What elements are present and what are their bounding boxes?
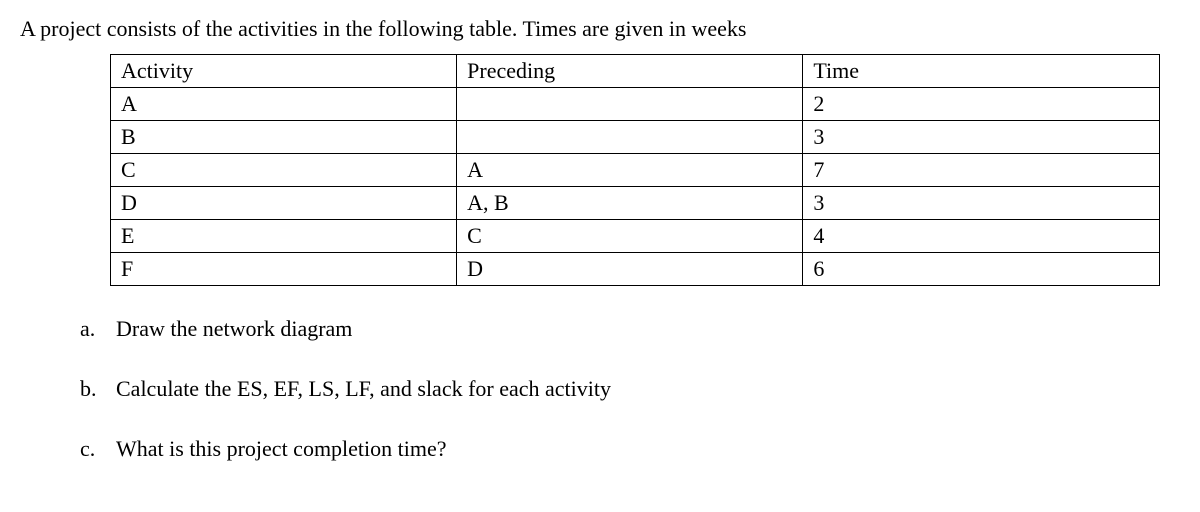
cell-activity: D <box>111 187 457 220</box>
question-list: a. Draw the network diagram b. Calculate… <box>80 316 1180 462</box>
cell-time: 6 <box>803 253 1160 286</box>
cell-preceding: A <box>457 154 803 187</box>
cell-time: 3 <box>803 187 1160 220</box>
table-row: D A, B 3 <box>111 187 1160 220</box>
question-marker: b. <box>80 376 116 402</box>
intro-text: A project consists of the activities in … <box>20 16 1180 42</box>
question-text: Draw the network diagram <box>116 316 352 342</box>
header-time: Time <box>803 55 1160 88</box>
question-item: a. Draw the network diagram <box>80 316 1180 342</box>
table-row: B 3 <box>111 121 1160 154</box>
question-item: b. Calculate the ES, EF, LS, LF, and sla… <box>80 376 1180 402</box>
question-text: What is this project completion time? <box>116 436 447 462</box>
table-header-row: Activity Preceding Time <box>111 55 1160 88</box>
header-activity: Activity <box>111 55 457 88</box>
question-item: c. What is this project completion time? <box>80 436 1180 462</box>
cell-time: 4 <box>803 220 1160 253</box>
cell-time: 2 <box>803 88 1160 121</box>
question-marker: c. <box>80 436 116 462</box>
header-preceding: Preceding <box>457 55 803 88</box>
cell-activity: A <box>111 88 457 121</box>
cell-activity: F <box>111 253 457 286</box>
activity-table-container: Activity Preceding Time A 2 B 3 C A 7 <box>110 54 1160 286</box>
cell-activity: B <box>111 121 457 154</box>
table-row: A 2 <box>111 88 1160 121</box>
cell-time: 3 <box>803 121 1160 154</box>
cell-preceding: D <box>457 253 803 286</box>
table-row: E C 4 <box>111 220 1160 253</box>
table-row: C A 7 <box>111 154 1160 187</box>
cell-time: 7 <box>803 154 1160 187</box>
cell-activity: E <box>111 220 457 253</box>
question-marker: a. <box>80 316 116 342</box>
cell-preceding <box>457 121 803 154</box>
cell-preceding: C <box>457 220 803 253</box>
cell-preceding: A, B <box>457 187 803 220</box>
activity-table: Activity Preceding Time A 2 B 3 C A 7 <box>110 54 1160 286</box>
cell-activity: C <box>111 154 457 187</box>
question-text: Calculate the ES, EF, LS, LF, and slack … <box>116 376 611 402</box>
table-row: F D 6 <box>111 253 1160 286</box>
cell-preceding <box>457 88 803 121</box>
